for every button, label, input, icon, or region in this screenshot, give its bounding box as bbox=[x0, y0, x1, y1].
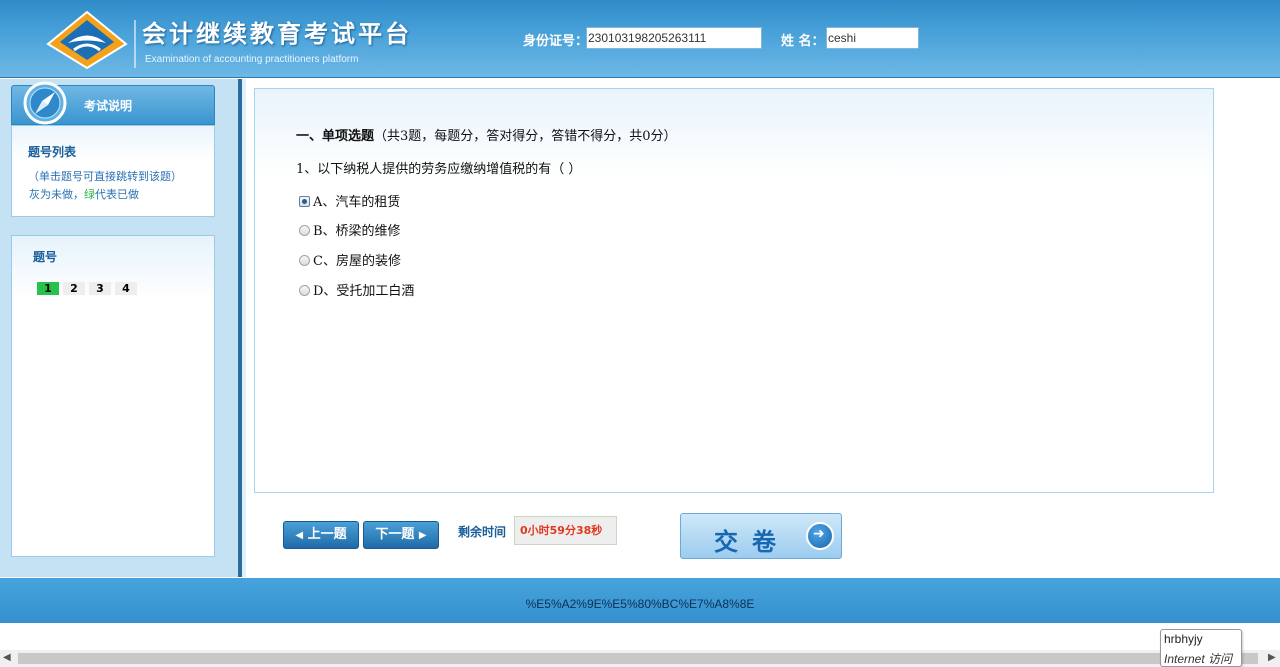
question-text: 1、以下纳税人提供的劳务应缴纳增值税的有（ ） bbox=[296, 162, 582, 177]
submit-exam-label: 交卷 bbox=[714, 528, 790, 556]
question-number-3[interactable]: 3 bbox=[89, 282, 111, 295]
legend-green-text: 绿 bbox=[84, 188, 95, 201]
radio-a[interactable] bbox=[299, 196, 310, 207]
zone-user-text: hrbhyjy bbox=[1164, 632, 1203, 646]
question-list-title: 题号列表 bbox=[28, 145, 77, 159]
scrollbar-thumb[interactable] bbox=[18, 653, 1258, 664]
exam-page: 会计继续教育考试平台 Examination of accounting pra… bbox=[0, 0, 1280, 667]
question-list-hint: （单击题号可直接跳转到该题） bbox=[28, 170, 182, 183]
option-d-label: D、受托加工白酒 bbox=[313, 284, 415, 299]
radio-c[interactable] bbox=[299, 255, 310, 266]
radio-b[interactable] bbox=[299, 225, 310, 236]
footer-text: %E5%A2%9E%E5%80%BC%E7%A8%8E bbox=[525, 597, 755, 611]
scroll-right-arrow-icon[interactable]: ▶ bbox=[1268, 652, 1276, 663]
question-number-4[interactable]: 4 bbox=[115, 282, 137, 295]
app-title: 会计继续教育考试平台 bbox=[142, 20, 412, 48]
scroll-left-arrow-icon[interactable]: ◀ bbox=[3, 652, 11, 663]
question-number-2[interactable]: 2 bbox=[63, 282, 85, 295]
id-number-label: 身份证号： bbox=[523, 34, 589, 49]
platform-logo-icon bbox=[46, 10, 128, 70]
legend-rest-text: 代表已做 bbox=[95, 188, 139, 201]
option-d[interactable]: D、受托加工白酒 bbox=[299, 280, 415, 299]
section-description: （共3题，每题分，答对得分，答错不得分，共0分） bbox=[374, 129, 677, 144]
exam-info-label: 考试说明 bbox=[84, 99, 133, 113]
compass-icon bbox=[23, 81, 67, 125]
question-status-legend: 灰为未做，绿代表已做 bbox=[29, 186, 139, 202]
app-subtitle: Examination of accounting practitioners … bbox=[145, 54, 359, 65]
section-title: 一、单项选题 bbox=[296, 129, 375, 144]
submit-exam-button[interactable]: 交卷 bbox=[680, 513, 842, 559]
remaining-time-label: 剩余时间 bbox=[458, 525, 507, 539]
name-label: 姓 名： bbox=[781, 34, 825, 49]
option-b-label: B、桥梁的维修 bbox=[313, 224, 401, 239]
next-question-label: 下一题 bbox=[375, 527, 415, 542]
prev-question-label: 上一题 bbox=[307, 527, 347, 542]
name-field[interactable] bbox=[826, 27, 919, 49]
option-c[interactable]: C、房屋的装修 bbox=[299, 250, 401, 269]
arrow-right-icon bbox=[806, 522, 834, 550]
triangle-left-icon: ◀ bbox=[295, 530, 304, 541]
question-number-title: 题号 bbox=[33, 250, 58, 264]
question-number-1[interactable]: 1 bbox=[37, 282, 59, 295]
remaining-time-value: 0小时59分38秒 bbox=[514, 516, 617, 545]
option-b[interactable]: B、桥梁的维修 bbox=[299, 220, 401, 239]
triangle-right-icon: ▶ bbox=[418, 530, 427, 541]
option-c-label: C、房屋的装修 bbox=[313, 254, 401, 269]
next-question-button[interactable]: 下一题 ▶ bbox=[363, 521, 439, 549]
id-number-field[interactable] bbox=[586, 27, 762, 49]
legend-gray-text: 灰为未做， bbox=[29, 188, 84, 201]
radio-d[interactable] bbox=[299, 285, 310, 296]
header-divider bbox=[134, 20, 136, 68]
option-a-label: A、汽车的租赁 bbox=[313, 195, 401, 210]
zone-type-text: Internet 访问 bbox=[1164, 652, 1233, 666]
prev-question-button[interactable]: ◀ 上一题 bbox=[283, 521, 359, 549]
option-a[interactable]: A、汽车的租赁 bbox=[299, 191, 401, 210]
section-heading: 一、单项选题（共3题，每题分，答对得分，答错不得分，共0分） bbox=[296, 125, 677, 144]
